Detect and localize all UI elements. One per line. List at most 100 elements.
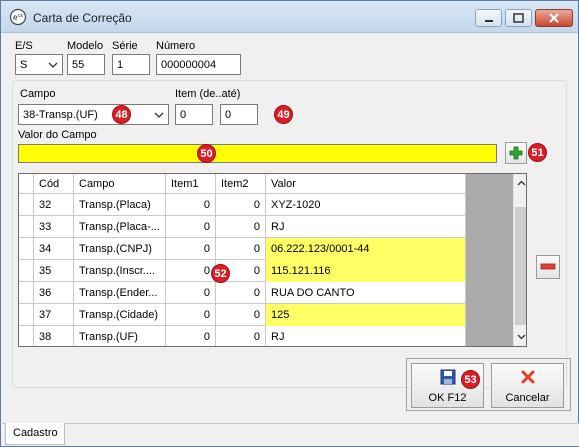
cancel-button-label: Cancelar [505, 392, 550, 404]
cell-item1: 0 [166, 194, 216, 216]
table-row[interactable]: 33 Transp.(Placa-... 0 0 RJ [19, 216, 466, 238]
cancel-x-icon [520, 369, 536, 388]
cell-item1: 0 [166, 326, 216, 346]
cell-item1: 0 [166, 304, 216, 326]
table-row[interactable]: 34 Transp.(CNPJ) 0 0 06.222.123/0001-44 [19, 238, 466, 260]
badge-48: 48 [112, 105, 131, 124]
cell-item2: 0 [216, 238, 266, 260]
cell-item2: 0 [216, 216, 266, 238]
row-indicator [19, 326, 34, 346]
table-row[interactable]: 32 Transp.(Placa) 0 0 XYZ-1020 [19, 194, 466, 216]
cell-valor: RJ [266, 216, 466, 238]
cell-item1: 0 [166, 282, 216, 304]
table-row[interactable]: 36 Transp.(Ender... 0 0 RUA DO CANTO [19, 282, 466, 304]
title-bar[interactable]: e cx Carta de Correção [1, 1, 578, 33]
grid-header-valor[interactable]: Valor [266, 174, 466, 194]
app-icon: e cx [9, 8, 27, 26]
maximize-icon [513, 13, 524, 23]
close-button[interactable] [535, 9, 573, 27]
modelo-field[interactable]: 55 [67, 54, 105, 75]
corrections-grid[interactable]: Cód Campo Item1 Item2 Valor 32 Transp.(P… [18, 173, 527, 347]
item-label: Item (de..até) [175, 88, 241, 100]
scroll-down-button[interactable] [514, 330, 526, 344]
add-button[interactable] [505, 142, 527, 164]
valor-input[interactable] [18, 144, 497, 163]
cell-valor: 06.222.123/0001-44 [266, 238, 466, 260]
chevron-up-icon [517, 180, 525, 186]
minus-icon [540, 263, 556, 270]
cell-campo: Transp.(CNPJ) [74, 238, 166, 260]
table-row[interactable]: 35 Transp.(Inscr.... 0 0 115.121.116 [19, 260, 466, 282]
tab-cadastro[interactable]: Cadastro [5, 423, 65, 445]
table-row[interactable]: 37 Transp.(Cidade) 0 0 125 [19, 304, 466, 326]
cell-campo: Transp.(Placa) [74, 194, 166, 216]
cell-cod: 37 [34, 304, 74, 326]
chevron-down-icon [48, 62, 58, 68]
cell-valor: XYZ-1020 [266, 194, 466, 216]
row-indicator [19, 304, 34, 326]
minimize-icon [484, 20, 493, 22]
campo-value: 38-Transp.(UF) [23, 109, 98, 121]
badge-51: 51 [528, 143, 547, 162]
remove-button[interactable] [536, 255, 560, 279]
cell-cod: 38 [34, 326, 74, 346]
cell-campo: Transp.(Ender... [74, 282, 166, 304]
grid-header-indicator [19, 174, 34, 194]
window-title: Carta de Correção [33, 11, 132, 25]
save-icon [440, 369, 456, 388]
minimize-button[interactable] [475, 9, 502, 27]
cell-campo: Transp.(UF) [74, 326, 166, 346]
row-indicator [19, 216, 34, 238]
grid-header-item2[interactable]: Item2 [216, 174, 266, 194]
cell-item1: 0 [166, 216, 216, 238]
bottom-tab-bar: Cadastro [2, 423, 579, 446]
serie-label: Série [112, 40, 138, 52]
cell-campo: Transp.(Cidade) [74, 304, 166, 326]
grid-header-cod[interactable]: Cód [34, 174, 74, 194]
item-to-field[interactable]: 0 [220, 104, 258, 125]
cell-item2: 0 [216, 282, 266, 304]
numero-field[interactable]: 000000004 [156, 54, 241, 75]
grid-vertical-scrollbar[interactable] [513, 174, 526, 346]
cell-cod: 35 [34, 260, 74, 282]
badge-52: 52 [211, 264, 230, 283]
dialog-window: e cx Carta de Correção E/S S Modelo 55 S… [0, 0, 579, 447]
chevron-down-icon [154, 112, 164, 118]
serie-field[interactable]: 1 [112, 54, 150, 75]
row-indicator [19, 238, 34, 260]
badge-53: 53 [461, 370, 480, 389]
badge-50: 50 [197, 144, 216, 163]
badge-49: 49 [274, 105, 293, 124]
svg-text:cx: cx [18, 13, 24, 19]
grid-header-item1[interactable]: Item1 [166, 174, 216, 194]
scroll-up-button[interactable] [514, 176, 526, 190]
row-indicator [19, 282, 34, 304]
cancel-button[interactable]: Cancelar [491, 363, 564, 408]
campo-combo[interactable]: 38-Transp.(UF) [18, 104, 169, 125]
chevron-down-icon [517, 334, 525, 340]
cell-item1: 0 [166, 260, 216, 282]
cell-valor: 115.121.116 [266, 260, 466, 282]
cell-cod: 33 [34, 216, 74, 238]
form-content: E/S S Modelo 55 Série 1 Número 000000004… [9, 34, 571, 422]
cell-cod: 34 [34, 238, 74, 260]
cell-item2: 0 [216, 326, 266, 346]
es-combo[interactable]: S [15, 54, 63, 75]
cell-item2: 0 [216, 304, 266, 326]
grid-header-campo[interactable]: Campo [74, 174, 166, 194]
cell-valor: RJ [266, 326, 466, 346]
table-row[interactable]: 38 Transp.(UF) 0 0 RJ [19, 326, 466, 346]
grid-empty-area [466, 174, 513, 346]
cell-item2: 0 [216, 194, 266, 216]
scroll-thumb[interactable] [515, 207, 526, 325]
close-icon [549, 13, 559, 23]
item-from-field[interactable]: 0 [175, 104, 213, 125]
valor-label: Valor do Campo [18, 129, 97, 141]
plus-icon [509, 146, 523, 160]
es-value: S [20, 59, 28, 71]
cell-cod: 32 [34, 194, 74, 216]
maximize-button[interactable] [505, 9, 532, 27]
numero-label: Número [156, 40, 196, 52]
cell-campo: Transp.(Placa-... [74, 216, 166, 238]
cell-cod: 36 [34, 282, 74, 304]
